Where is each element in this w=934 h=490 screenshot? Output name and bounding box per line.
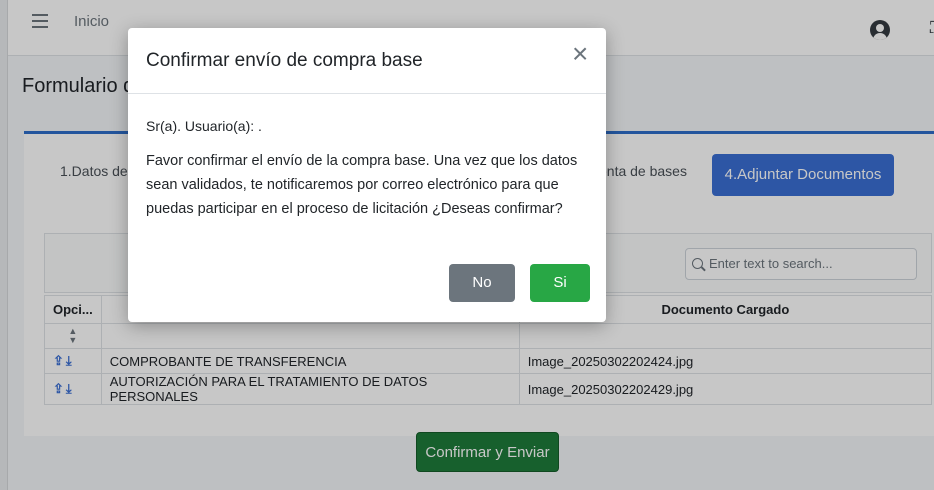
si-button[interactable]: Si	[530, 264, 590, 302]
modal-greeting: Sr(a). Usuario(a): .	[146, 118, 262, 134]
modal-title: Confirmar envío de compra base	[146, 50, 423, 71]
modal-message: Favor confirmar el envío de la compra ba…	[146, 153, 578, 217]
confirm-modal: Confirmar envío de compra base × Sr(a). …	[128, 28, 606, 322]
no-button[interactable]: No	[449, 264, 515, 302]
close-icon[interactable]: ×	[572, 40, 588, 68]
modal-header: Confirmar envío de compra base ×	[128, 28, 606, 94]
